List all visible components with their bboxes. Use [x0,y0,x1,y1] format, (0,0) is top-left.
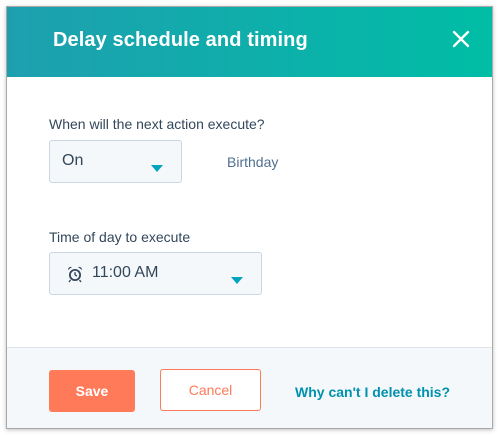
dialog-header: Delay schedule and timing [7,7,492,77]
chevron-down-icon [151,159,163,172]
date-property-label: Birthday [227,154,279,170]
execute-when-label: When will the next action execute? [49,116,265,132]
execute-when-select[interactable]: On [49,140,182,183]
time-of-day-select[interactable]: 11:00 AM [49,252,262,295]
alarm-clock-icon [66,265,84,283]
dialog: Delay schedule and timing When will the … [6,6,493,429]
save-button[interactable]: Save [49,370,135,412]
why-cant-delete-link[interactable]: Why can't I delete this? [295,384,450,400]
close-icon[interactable] [448,26,474,52]
time-of-day-value: 11:00 AM [92,264,159,281]
time-of-day-label: Time of day to execute [49,229,191,245]
chevron-down-icon [231,271,243,284]
dialog-title: Delay schedule and timing [53,29,308,51]
dialog-footer: Save Cancel Why can't I delete this? [7,347,492,428]
cancel-button[interactable]: Cancel [160,369,261,411]
execute-when-value: On [62,152,84,169]
